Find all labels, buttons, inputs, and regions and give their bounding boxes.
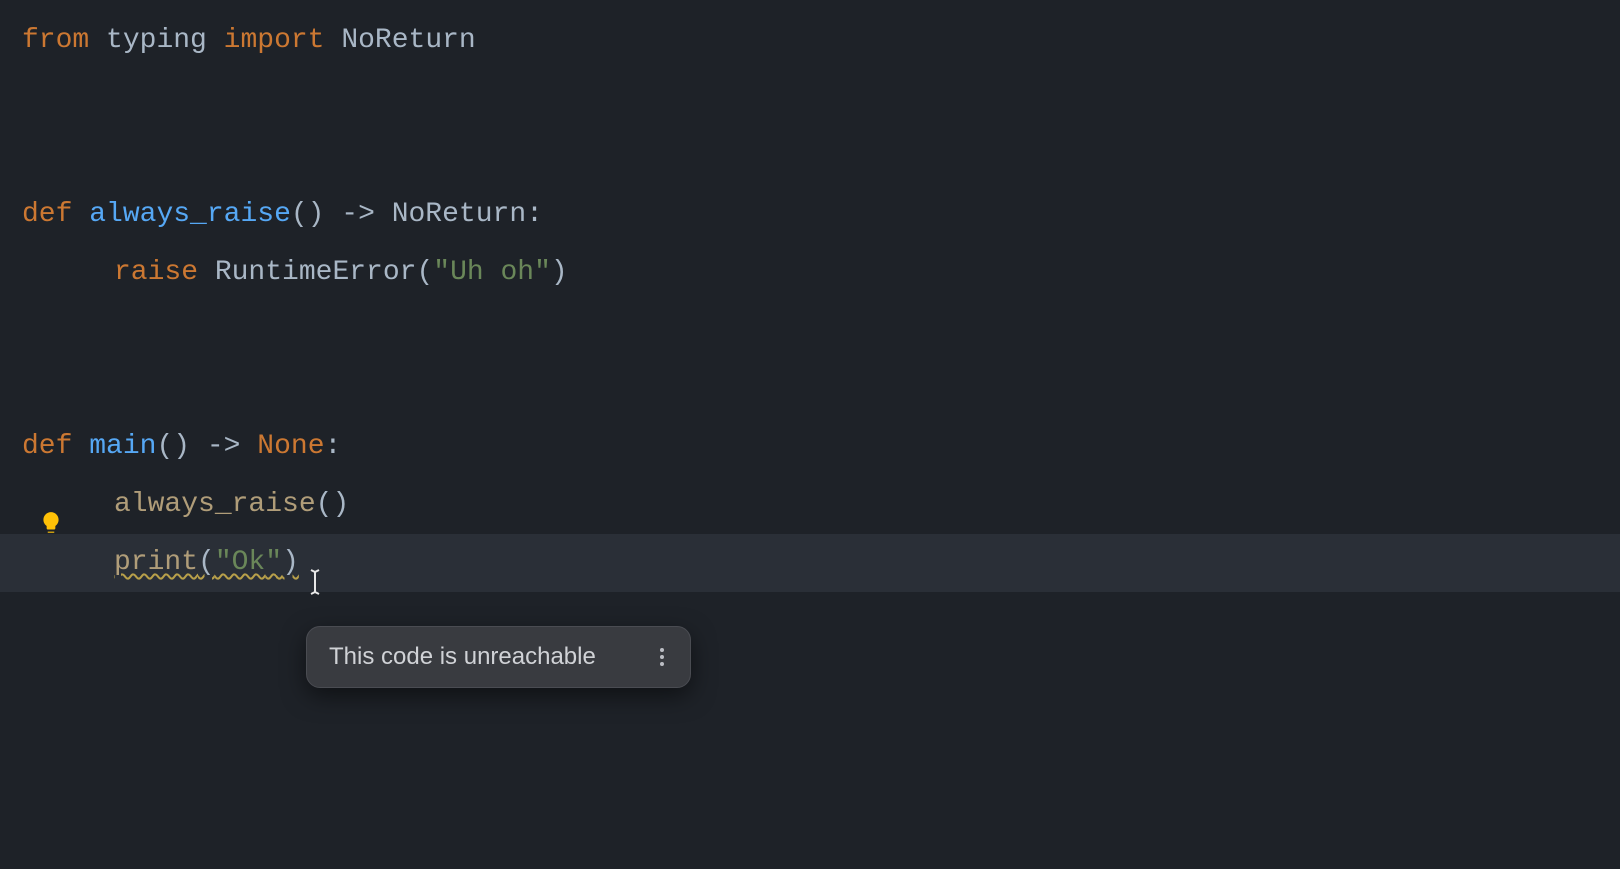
code-line[interactable]: raise RuntimeError("Uh oh"): [22, 244, 1620, 302]
exception-class: RuntimeError: [215, 257, 417, 288]
code-editor[interactable]: from typing import NoReturn def always_r…: [0, 0, 1620, 592]
code-line-empty[interactable]: [22, 302, 1620, 360]
inspection-tooltip: This code is unreachable: [306, 626, 691, 688]
function-call: always_raise: [114, 489, 316, 520]
code-line-empty[interactable]: [22, 128, 1620, 186]
keyword-from: from: [22, 25, 89, 56]
return-type: None: [257, 431, 324, 462]
module-name: typing: [106, 25, 207, 56]
paren-close: ): [282, 547, 299, 578]
type-name: NoReturn: [341, 25, 475, 56]
keyword-def: def: [22, 431, 72, 462]
string-literal: "Uh oh": [433, 257, 551, 288]
function-name: main: [89, 431, 156, 462]
more-vertical-icon[interactable]: [656, 644, 668, 670]
parentheses: (): [156, 431, 190, 462]
lightbulb-icon[interactable]: [36, 508, 66, 538]
colon: :: [526, 199, 543, 230]
code-line[interactable]: from typing import NoReturn: [22, 12, 1620, 70]
keyword-raise: raise: [114, 257, 198, 288]
code-line[interactable]: def main() -> None:: [22, 418, 1620, 476]
string-literal: "Ok: [215, 547, 265, 578]
code-line[interactable]: def always_raise() -> NoReturn:: [22, 186, 1620, 244]
keyword-import: import: [224, 25, 325, 56]
code-line[interactable]: always_raise(): [22, 476, 1620, 534]
return-type: NoReturn: [392, 199, 526, 230]
function-call: print: [114, 547, 198, 578]
string-literal: ": [265, 547, 282, 578]
paren-open: (: [198, 547, 215, 578]
parentheses: (): [316, 489, 350, 520]
code-line-current[interactable]: print("Ok"): [0, 534, 1620, 592]
function-name: always_raise: [89, 199, 291, 230]
parentheses: (): [291, 199, 325, 230]
keyword-def: def: [22, 199, 72, 230]
paren-open: (: [416, 257, 433, 288]
arrow: ->: [190, 431, 257, 462]
code-line-empty[interactable]: [22, 360, 1620, 418]
paren-close: ): [551, 257, 568, 288]
tooltip-message: This code is unreachable: [329, 643, 596, 671]
arrow: ->: [324, 199, 391, 230]
code-line-empty[interactable]: [22, 70, 1620, 128]
colon: :: [325, 431, 342, 462]
